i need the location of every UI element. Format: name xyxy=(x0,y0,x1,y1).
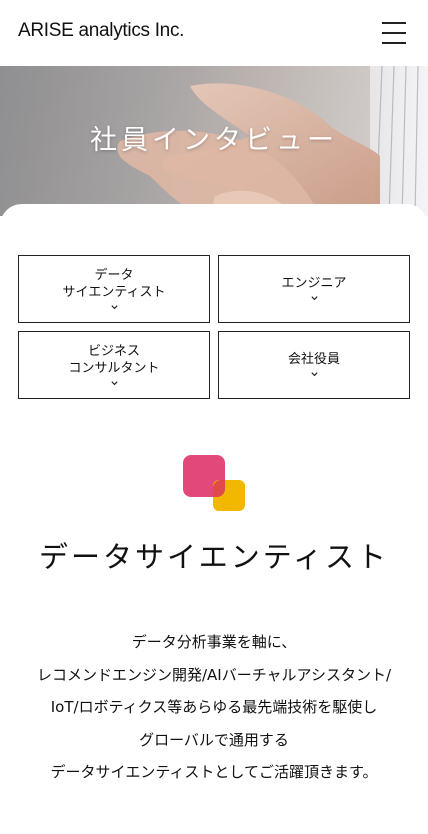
tab-label: ビジネス コンサルタント xyxy=(68,343,160,376)
hero-title: 社員インタビュー xyxy=(90,125,338,156)
description-line: グローバルで通用する xyxy=(139,730,289,749)
tab-label: データ サイエンティスト xyxy=(62,267,166,300)
menu-line xyxy=(382,32,406,34)
chevron-down-icon xyxy=(310,372,318,377)
hamburger-menu-icon[interactable] xyxy=(382,20,406,44)
description-line: データ分析事業を軸に、 xyxy=(131,633,297,651)
hero-banner: 社員インタビュー xyxy=(0,66,428,216)
tab-label: エンジニア xyxy=(281,276,347,291)
chevron-down-icon xyxy=(110,304,118,309)
tab-data-scientist[interactable]: データ サイエンティスト xyxy=(18,255,210,323)
description-line: IoT/ロボティクス等あらゆる最先端技術を駆使し xyxy=(50,698,378,717)
chevron-down-icon xyxy=(110,380,118,385)
site-header: ARISE analytics Inc. xyxy=(0,0,428,66)
tab-engineer[interactable]: エンジニア xyxy=(218,255,410,323)
company-logo[interactable]: ARISE analytics Inc. xyxy=(18,20,184,42)
section-description: データ分析事業を軸に、 レコメンドエンジン開発/AIバーチャルアシスタント/ I… xyxy=(0,626,428,789)
section-title: データサイエンティスト xyxy=(39,540,389,574)
description-line: レコメンドエンジン開発/AIバーチャルアシスタント/ xyxy=(36,665,392,684)
chevron-down-icon xyxy=(310,296,318,301)
overlapping-squares-icon xyxy=(183,455,245,511)
menu-line xyxy=(382,22,406,24)
tab-executive[interactable]: 会社役員 xyxy=(218,331,410,399)
tab-business-consultant[interactable]: ビジネス コンサルタント xyxy=(18,331,210,399)
tab-label: 会社役員 xyxy=(287,352,340,367)
description-line: データサイエンティストとしてご活躍頂きます。 xyxy=(50,763,378,782)
menu-line xyxy=(382,42,406,44)
